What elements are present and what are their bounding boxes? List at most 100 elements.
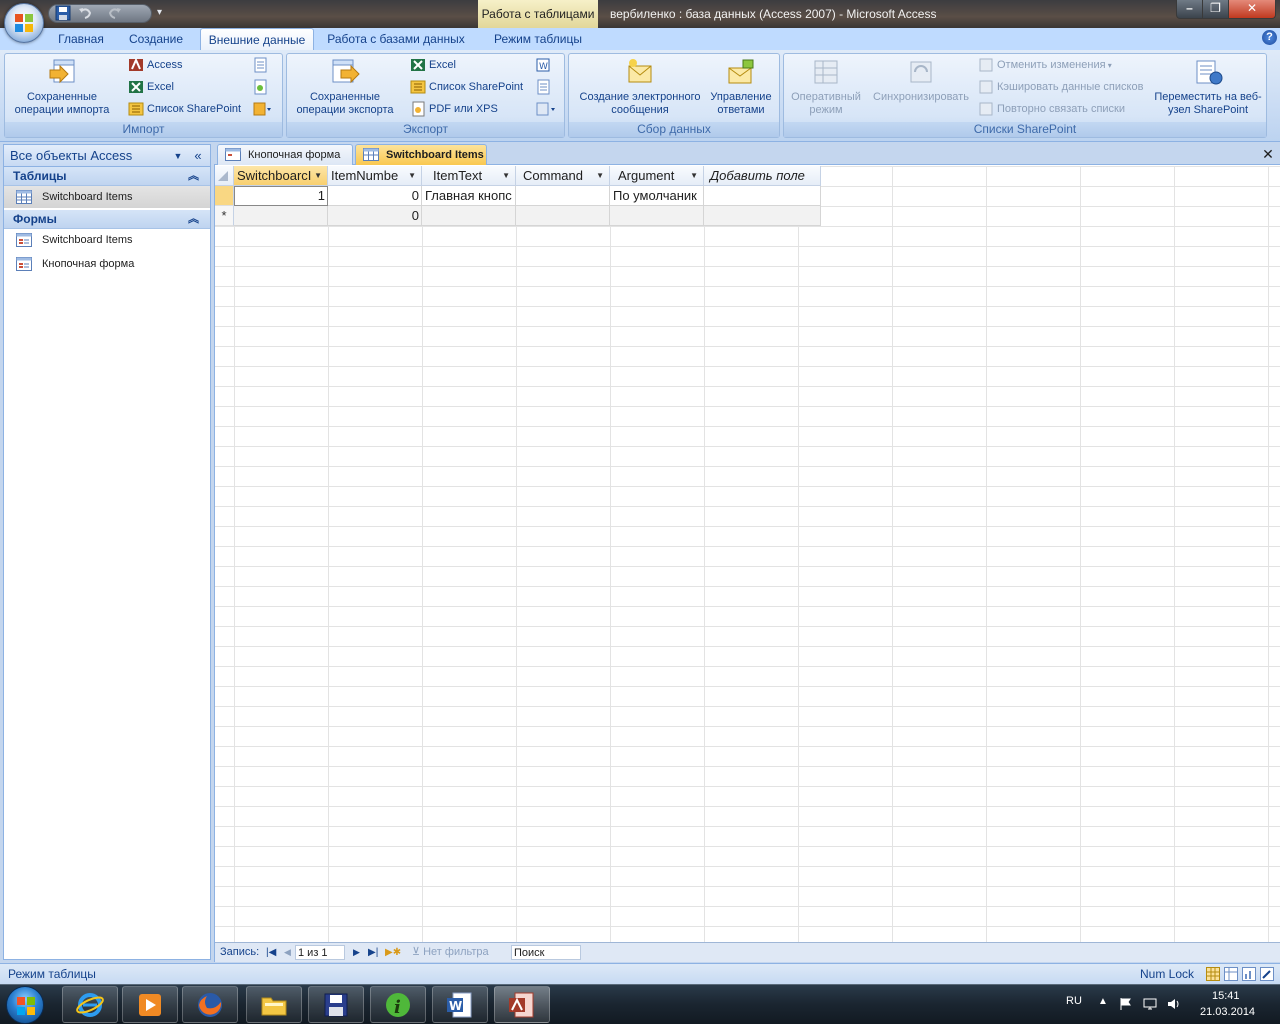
clock-time[interactable]: 15:41 [1212,990,1240,1002]
nav-collapse-icon[interactable]: « [189,147,207,165]
taskbar-media-player[interactable] [122,986,178,1023]
cell-switchboard-id[interactable] [234,206,328,226]
start-button[interactable] [6,986,44,1024]
nav-item-form-switchboard[interactable]: Кнопочная форма [4,253,210,275]
export-more-icon[interactable] [535,101,557,117]
office-button[interactable] [4,3,44,43]
column-header-item-text[interactable]: ItemText ▼ [422,166,516,186]
undo-icon[interactable] [76,5,94,21]
language-indicator[interactable]: RU [1066,995,1082,1007]
doc-tab-switchboard-form[interactable]: Кнопочная форма [217,144,353,165]
discard-changes-button[interactable]: Отменить изменения ▾ [978,55,1112,75]
column-header-argument[interactable]: Argument ▼ [610,166,704,186]
nav-dropdown-icon[interactable]: ▼ [170,147,186,165]
action-center-flag-icon[interactable] [1118,996,1134,1012]
cell-item-number[interactable]: 0 [328,206,422,226]
new-record-icon[interactable]: ▶✱ [385,943,401,962]
import-more-icon[interactable] [252,101,272,117]
import-xml-icon[interactable] [252,79,268,95]
tab-external-data[interactable]: Внешние данные [200,28,314,50]
cell-add-field[interactable] [704,186,821,206]
cell-command[interactable] [516,206,610,226]
tray-show-hidden-icon[interactable]: ▲ [1098,996,1108,1007]
taskbar-internet-explorer[interactable] [62,986,118,1023]
maximize-button[interactable]: ❐ [1202,0,1229,19]
cell-item-text[interactable] [422,206,516,226]
help-icon[interactable]: ? [1262,30,1277,45]
taskbar-word[interactable]: W [432,986,488,1023]
synchronize-button[interactable]: Синхронизировать [868,56,974,104]
next-record-icon[interactable]: ▶ [353,943,360,962]
taskbar-explorer[interactable] [246,986,302,1023]
cache-lists-button[interactable]: Кэшировать данные списков [978,77,1143,97]
cell-add-field[interactable] [704,206,821,226]
cell-switchboard-id[interactable]: 1 [234,186,328,206]
column-dropdown-icon[interactable]: ▼ [690,166,698,185]
export-excel-button[interactable]: Excel [410,55,456,75]
tab-database-tools[interactable]: Работа с базами данных [322,28,470,50]
doc-tab-switchboard-items[interactable]: Switchboard Items [355,144,487,165]
move-to-sharepoint-button[interactable]: Переместить на веб-узел SharePoint [1152,56,1264,117]
taskbar-info-app[interactable]: i [370,986,426,1023]
nav-group-forms[interactable]: Формы ︽ [4,210,210,229]
row-selector-new[interactable]: * [215,206,234,226]
network-icon[interactable] [1142,996,1158,1012]
nav-group-tables[interactable]: Таблицы ︽ [4,167,210,186]
clock-date[interactable]: 21.03.2014 [1200,1006,1255,1018]
volume-icon[interactable] [1166,996,1182,1012]
import-access-button[interactable]: Access [128,55,182,75]
create-email-button[interactable]: Создание электронного сообщения [572,56,708,117]
nav-item-table-switchboard-items[interactable]: Switchboard Items [4,186,210,208]
column-header-command[interactable]: Command ▼ [516,166,610,186]
offline-mode-button[interactable]: Оперативный режим [786,56,866,117]
no-filter-button[interactable]: ⊻ Нет фильтра [412,943,489,962]
taskbar-firefox[interactable] [182,986,238,1023]
cell-item-number[interactable]: 0 [328,186,422,206]
export-word-icon[interactable]: W [535,57,551,73]
column-dropdown-icon[interactable]: ▼ [596,166,604,185]
saved-exports-button[interactable]: Сохраненные операции экспорта [290,56,400,117]
current-record-input[interactable]: 1 из 1 [295,945,345,960]
import-text-file-icon[interactable] [252,57,268,73]
export-sharepoint-button[interactable]: Список SharePoint [410,77,523,97]
pivot-table-view-icon[interactable] [1224,967,1238,981]
column-header-switchboard-id[interactable]: SwitchboarcI ▼ [234,166,328,186]
column-dropdown-icon[interactable]: ▼ [314,166,322,185]
row-selector-current[interactable] [215,186,234,206]
customize-qat-icon[interactable]: ▾ [157,4,167,22]
cell-command[interactable] [516,186,610,206]
nav-item-form-switchboard-items[interactable]: Switchboard Items [4,229,210,251]
column-dropdown-icon[interactable]: ▼ [502,166,510,185]
close-button[interactable]: ✕ [1228,0,1276,19]
tab-create[interactable]: Создание [120,28,192,50]
manage-replies-button[interactable]: Управление ответами [706,56,776,117]
select-all-corner[interactable] [215,166,234,186]
taskbar-access[interactable] [494,986,550,1023]
import-excel-button[interactable]: Excel [128,77,174,97]
column-header-item-number[interactable]: ItemNumbe ▼ [328,166,422,186]
export-pdf-button[interactable]: PDF или XPS [410,99,498,119]
save-icon[interactable] [54,5,72,21]
column-header-add-field[interactable]: Добавить поле [704,166,821,186]
relink-lists-button[interactable]: Повторно связать списки [978,99,1125,119]
close-document-icon[interactable]: ✕ [1260,145,1276,163]
cell-argument[interactable] [610,206,704,226]
datasheet-grid[interactable] [215,166,1280,942]
cell-argument[interactable]: По умолчаник [610,186,704,206]
redo-icon[interactable] [106,5,124,21]
minimize-button[interactable]: – [1176,0,1203,19]
export-text-file-icon[interactable] [535,79,551,95]
taskbar-save-app[interactable] [308,986,364,1023]
cell-item-text[interactable]: Главная кнопс [422,186,516,206]
last-record-icon[interactable]: ▶| [368,943,378,962]
import-sharepoint-button[interactable]: Список SharePoint [128,99,241,119]
column-dropdown-icon[interactable]: ▼ [408,166,416,185]
first-record-icon[interactable]: |◀ [266,943,276,962]
pivot-chart-view-icon[interactable] [1242,967,1256,981]
datasheet-view-icon[interactable] [1206,967,1220,981]
tab-datasheet[interactable]: Режим таблицы [482,28,594,50]
saved-imports-button[interactable]: Сохраненные операции импорта [6,56,118,117]
previous-record-icon[interactable]: ◀ [284,943,291,962]
tab-home[interactable]: Главная [50,28,112,50]
search-input[interactable]: Поиск [511,945,581,960]
